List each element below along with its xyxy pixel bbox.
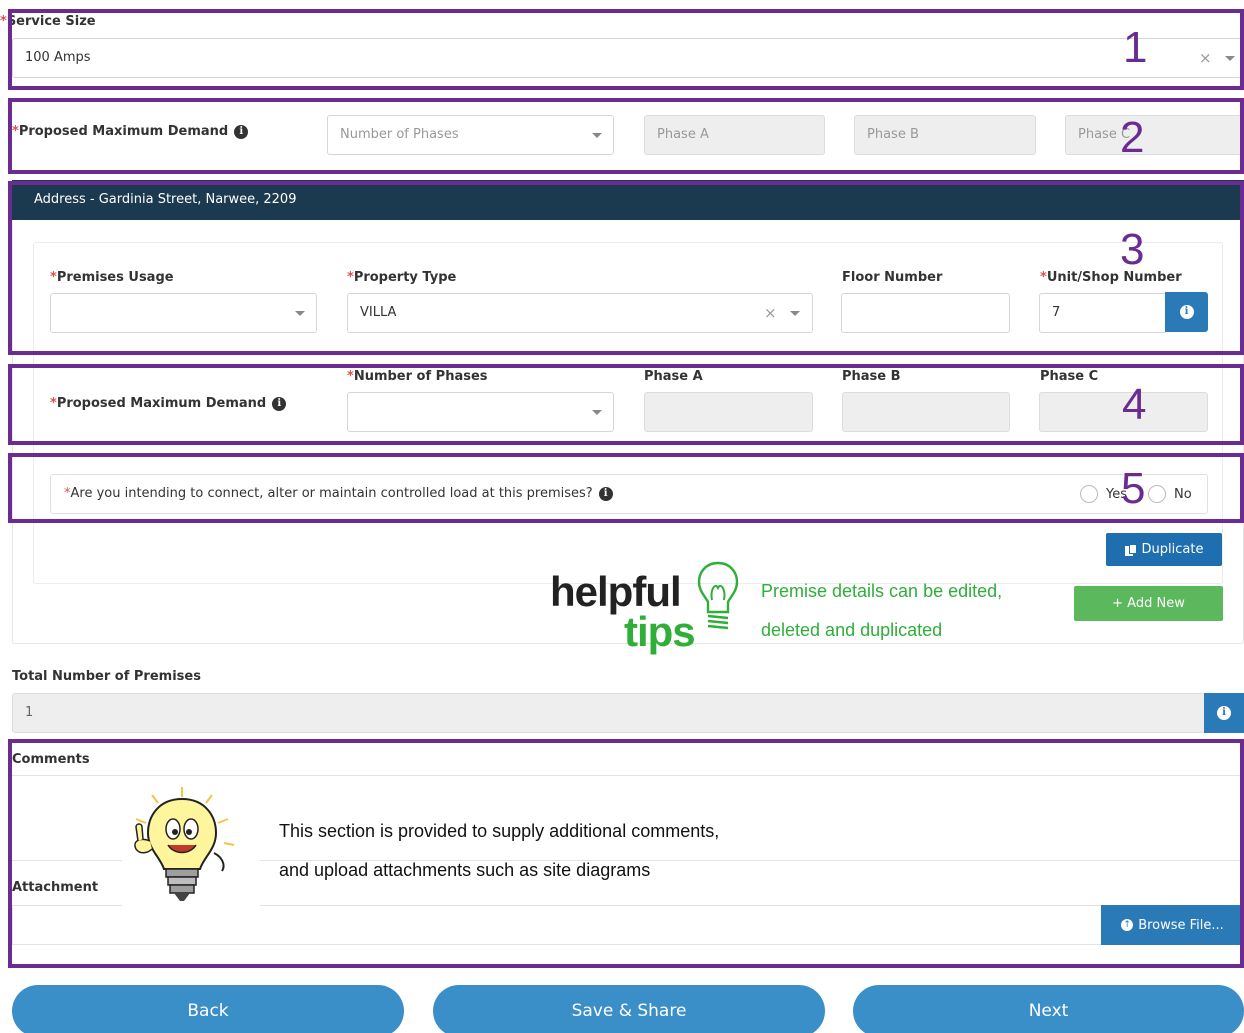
callout-frame-4 (8, 364, 1244, 445)
callout-number-4: 4 (1122, 380, 1147, 429)
callout-frame-2 (8, 98, 1244, 174)
total-info-button[interactable]: i (1204, 693, 1244, 733)
next-button[interactable]: Next (853, 985, 1244, 1033)
save-share-button[interactable]: Save & Share (433, 985, 825, 1033)
callout-number-5: 5 (1121, 464, 1146, 513)
total-premises-value: 1 (25, 705, 34, 720)
add-new-button[interactable]: + Add New (1074, 586, 1223, 621)
tip-line-1: Premise details can be edited, (761, 581, 1003, 601)
callout-number-3: 3 (1120, 225, 1145, 274)
total-premises-input: 1 (12, 693, 1205, 733)
tip-line-2: deleted and duplicated (761, 620, 943, 640)
back-button[interactable]: Back (12, 985, 404, 1033)
duplicate-button[interactable]: Duplicate (1106, 533, 1222, 566)
tips-word: tips (624, 608, 696, 655)
lightbulb-icon (697, 561, 739, 630)
helpful-tips-logo: helpful tips (550, 560, 750, 660)
callout-frame-5 (8, 453, 1244, 523)
callout-frame-1 (8, 9, 1244, 90)
callout-frame-6 (8, 739, 1244, 968)
callout-number-1: 1 (1123, 23, 1148, 72)
callout-number-2: 2 (1120, 113, 1145, 162)
info-icon: i (1217, 706, 1231, 720)
total-premises-label: Total Number of Premises (12, 669, 201, 684)
callout-frame-3 (8, 181, 1244, 355)
copy-icon (1124, 543, 1137, 556)
